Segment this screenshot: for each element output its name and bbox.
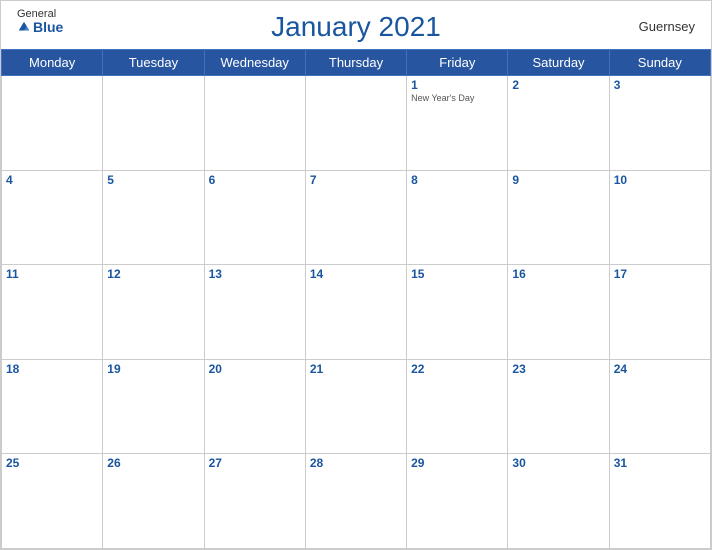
- calendar-cell: 3: [609, 76, 710, 171]
- day-number: 4: [6, 173, 98, 187]
- day-number: 31: [614, 456, 706, 470]
- day-number: 29: [411, 456, 503, 470]
- calendar-cell: 19: [103, 359, 204, 454]
- day-number: 23: [512, 362, 604, 376]
- calendar-cell: 29: [407, 454, 508, 549]
- logo: General Blue: [17, 9, 63, 34]
- day-number: 17: [614, 267, 706, 281]
- calendar-cell: 1New Year's Day: [407, 76, 508, 171]
- calendar-cell: [305, 76, 406, 171]
- calendar-cell: 25: [2, 454, 103, 549]
- holiday-label: New Year's Day: [411, 93, 503, 104]
- calendar-cell: 18: [2, 359, 103, 454]
- calendar-cell: [103, 76, 204, 171]
- day-number: 5: [107, 173, 199, 187]
- calendar-cell: 11: [2, 265, 103, 360]
- calendar-cell: 28: [305, 454, 406, 549]
- day-number: 8: [411, 173, 503, 187]
- week-row-1: 1New Year's Day 23: [2, 76, 711, 171]
- weekday-friday: Friday: [407, 50, 508, 76]
- day-number: 20: [209, 362, 301, 376]
- calendar-cell: 2: [508, 76, 609, 171]
- calendar-cell: 5: [103, 170, 204, 265]
- calendar-cell: 22: [407, 359, 508, 454]
- day-number: 11: [6, 267, 98, 281]
- weekday-thursday: Thursday: [305, 50, 406, 76]
- calendar-title: January 2021: [271, 11, 441, 43]
- week-row-5: 25 26 27 28 29 30 31: [2, 454, 711, 549]
- calendar-cell: 7: [305, 170, 406, 265]
- day-number: 16: [512, 267, 604, 281]
- logo-icon: [17, 20, 31, 34]
- weekday-wednesday: Wednesday: [204, 50, 305, 76]
- calendar-cell: 17: [609, 265, 710, 360]
- calendar-cell: 6: [204, 170, 305, 265]
- week-row-3: 11 12 13 14 15 16 17: [2, 265, 711, 360]
- day-number: 30: [512, 456, 604, 470]
- calendar-cell: 13: [204, 265, 305, 360]
- day-number: 21: [310, 362, 402, 376]
- calendar-country: Guernsey: [639, 19, 695, 34]
- calendar-cell: 30: [508, 454, 609, 549]
- day-number: 27: [209, 456, 301, 470]
- weekday-header-row: MondayTuesdayWednesdayThursdayFridaySatu…: [2, 50, 711, 76]
- calendar-cell: 21: [305, 359, 406, 454]
- calendar-cell: 27: [204, 454, 305, 549]
- weekday-sunday: Sunday: [609, 50, 710, 76]
- calendar-cell: [204, 76, 305, 171]
- day-number: 7: [310, 173, 402, 187]
- calendar-cell: 16: [508, 265, 609, 360]
- day-number: 10: [614, 173, 706, 187]
- weekday-saturday: Saturday: [508, 50, 609, 76]
- day-number: 22: [411, 362, 503, 376]
- calendar-cell: [2, 76, 103, 171]
- calendar-container: General Blue January 2021 Guernsey Monda…: [0, 0, 712, 550]
- calendar-cell: 8: [407, 170, 508, 265]
- calendar-cell: 10: [609, 170, 710, 265]
- day-number: 2: [512, 78, 604, 92]
- calendar-cell: 24: [609, 359, 710, 454]
- day-number: 18: [6, 362, 98, 376]
- day-number: 14: [310, 267, 402, 281]
- week-row-2: 456789 10: [2, 170, 711, 265]
- day-number: 15: [411, 267, 503, 281]
- calendar-header: General Blue January 2021 Guernsey: [1, 1, 711, 49]
- day-number: 13: [209, 267, 301, 281]
- calendar-cell: 26: [103, 454, 204, 549]
- calendar-table: MondayTuesdayWednesdayThursdayFridaySatu…: [1, 49, 711, 549]
- calendar-cell: 15: [407, 265, 508, 360]
- day-number: 12: [107, 267, 199, 281]
- calendar-cell: 20: [204, 359, 305, 454]
- day-number: 25: [6, 456, 98, 470]
- calendar-cell: 14: [305, 265, 406, 360]
- calendar-cell: 12: [103, 265, 204, 360]
- calendar-cell: 4: [2, 170, 103, 265]
- day-number: 19: [107, 362, 199, 376]
- day-number: 9: [512, 173, 604, 187]
- calendar-cell: 9: [508, 170, 609, 265]
- day-number: 28: [310, 456, 402, 470]
- logo-blue: Blue: [17, 20, 63, 34]
- weekday-monday: Monday: [2, 50, 103, 76]
- calendar-cell: 23: [508, 359, 609, 454]
- day-number: 6: [209, 173, 301, 187]
- weekday-tuesday: Tuesday: [103, 50, 204, 76]
- day-number: 1: [411, 78, 503, 92]
- day-number: 3: [614, 78, 706, 92]
- day-number: 24: [614, 362, 706, 376]
- calendar-cell: 31: [609, 454, 710, 549]
- day-number: 26: [107, 456, 199, 470]
- week-row-4: 18 19 20 21 22 23 24: [2, 359, 711, 454]
